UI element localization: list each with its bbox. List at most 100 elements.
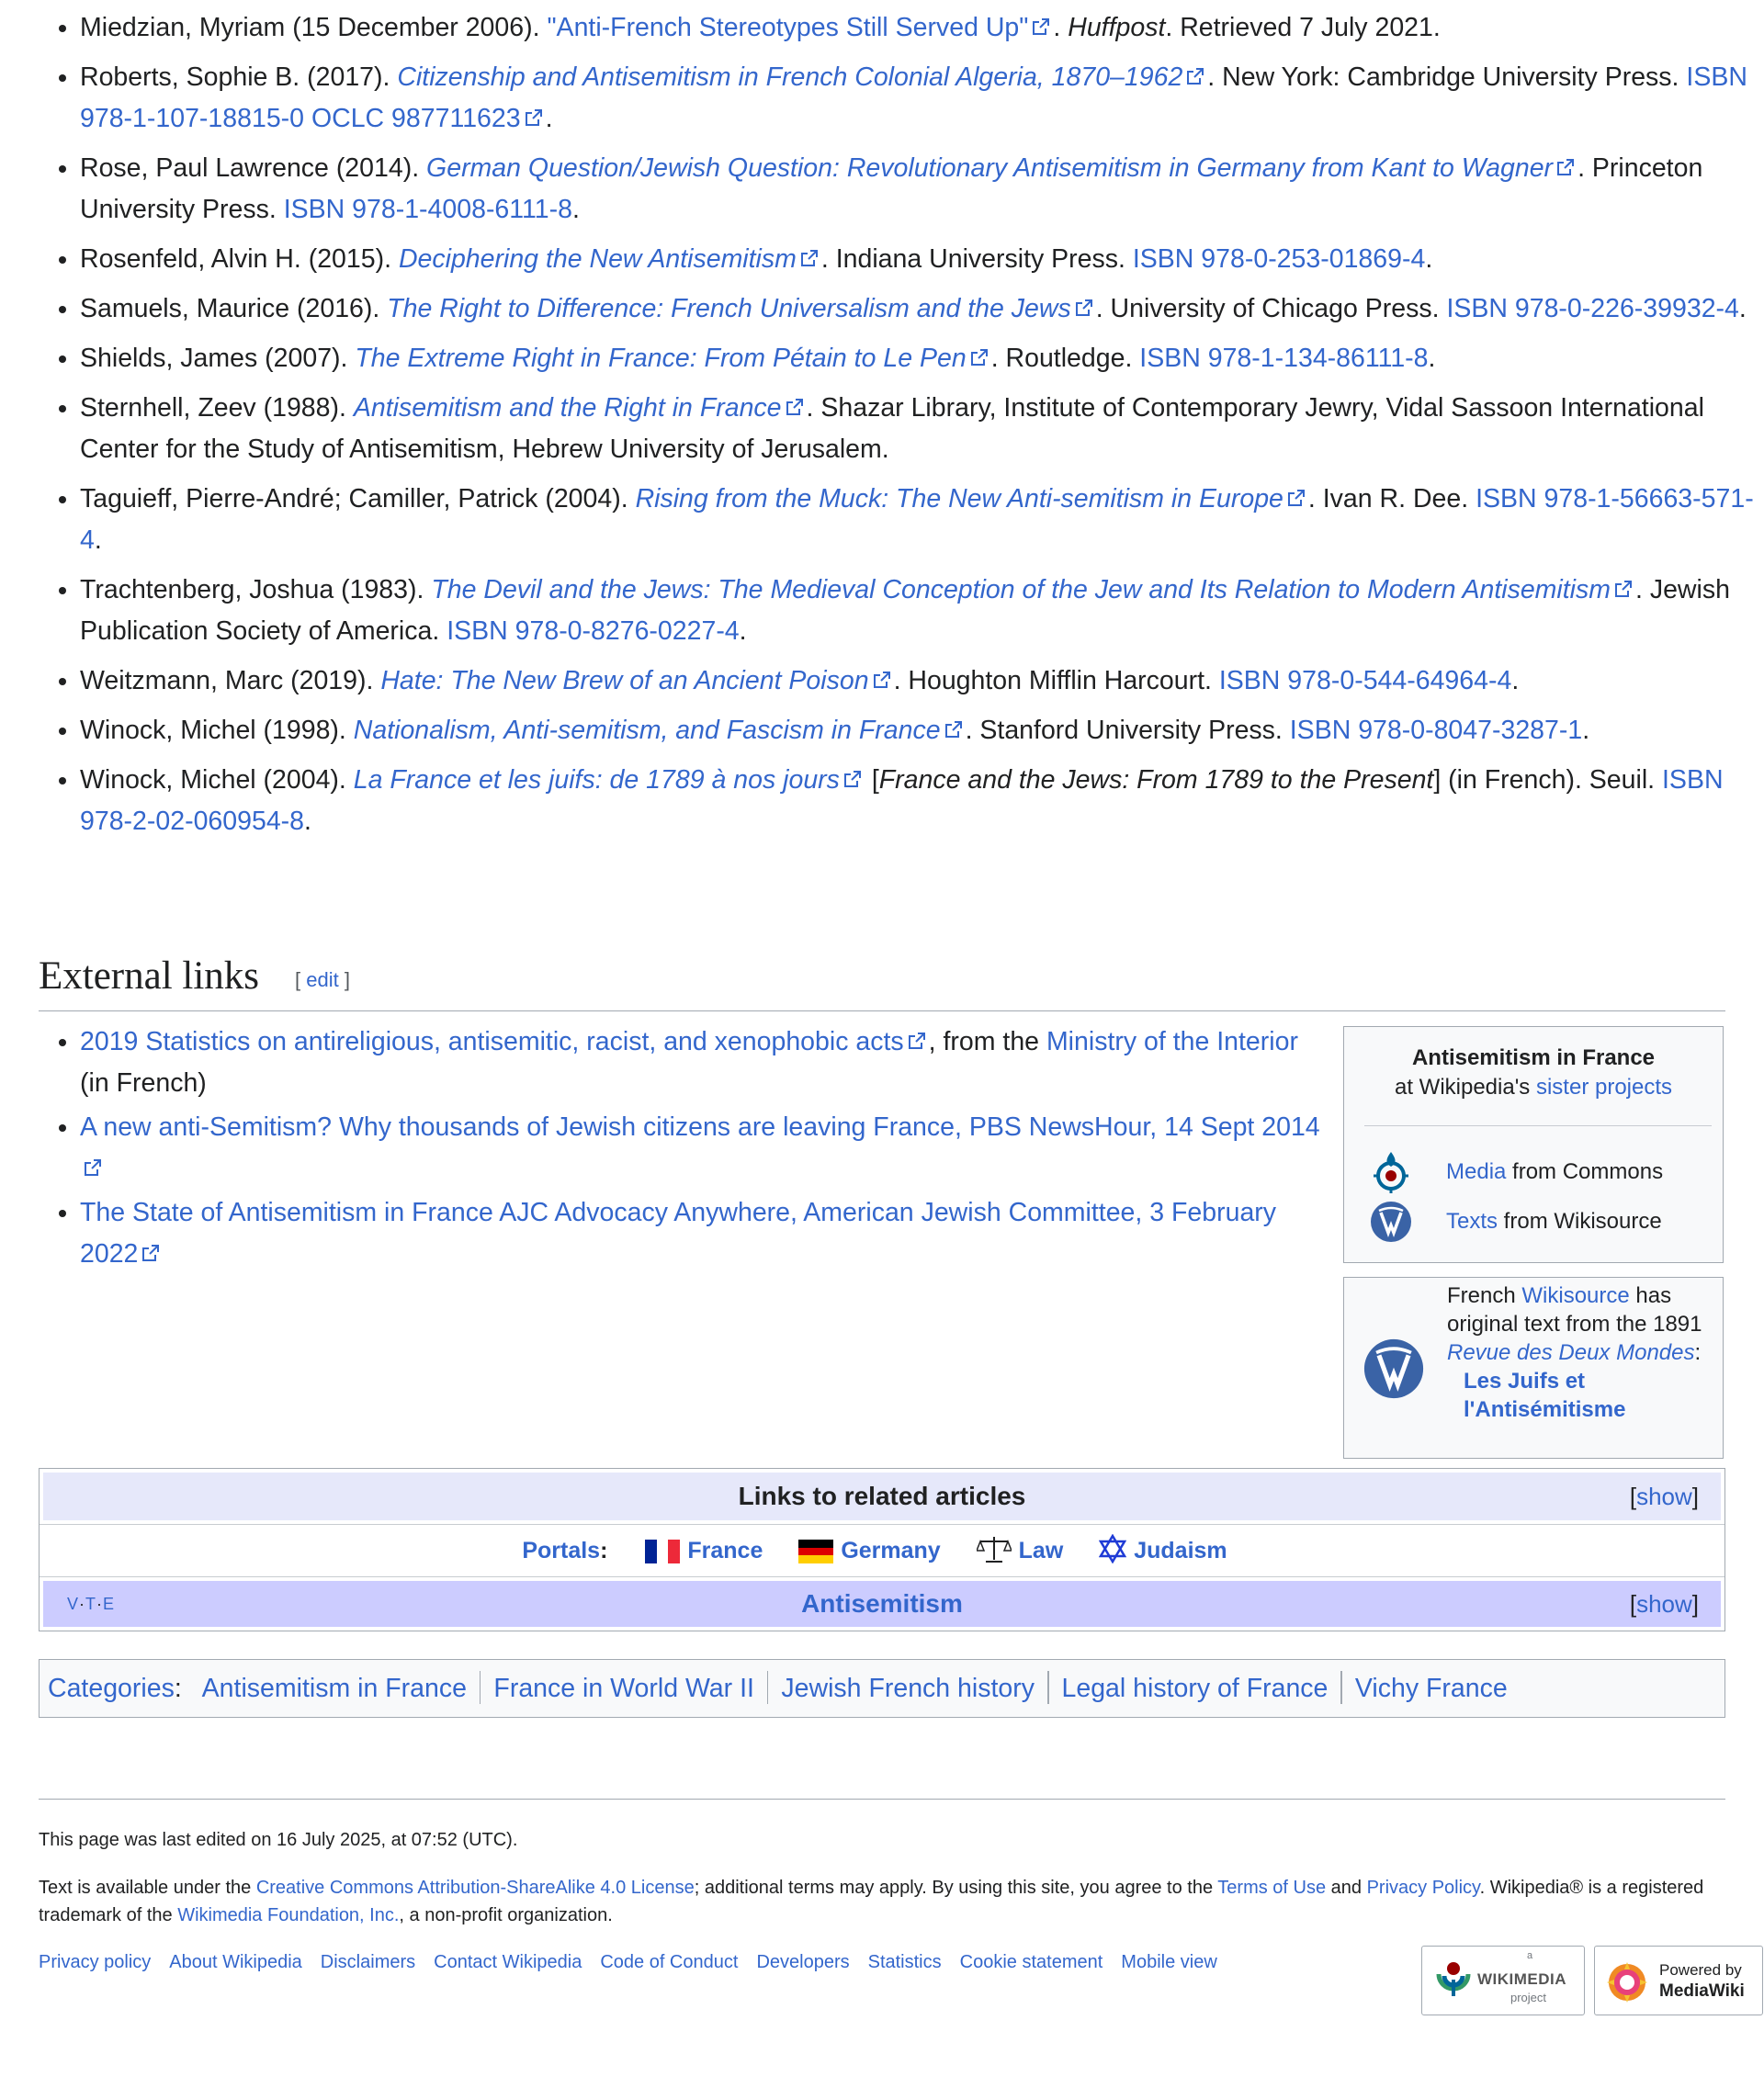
category-link[interactable]: Legal history of France <box>1062 1674 1329 1703</box>
isbn-link[interactable]: ISBN 978-0-253-01869-4 <box>1133 244 1425 274</box>
cc-license-link[interactable]: Creative Commons Attribution-ShareAlike … <box>256 1878 695 1898</box>
reference-title-link[interactable]: Rising from the Muck: The New Anti-semit… <box>636 484 1308 514</box>
footer-link[interactable]: Disclaimers <box>321 1952 415 1972</box>
wikimedia-icon <box>1435 1959 1472 2004</box>
isbn-link[interactable]: ISBN 978-1-4008-6111-8 <box>284 195 572 224</box>
category-link[interactable]: Antisemitism in France <box>202 1674 467 1703</box>
edit-link[interactable]: edit <box>306 968 338 991</box>
isbn-link[interactable]: ISBN 978-0-8047-3287-1 <box>1290 716 1582 745</box>
external-link-icon <box>907 1031 929 1053</box>
category-link[interactable]: Jewish French history <box>781 1674 1035 1703</box>
wikisource-link[interactable]: Wikisource <box>1521 1283 1629 1308</box>
mediawiki-icon <box>1606 1961 1648 2008</box>
portal-germany[interactable]: Germany <box>798 1538 941 1563</box>
external-link-item: 2019 Statistics on antireligious, antise… <box>80 1021 1325 1104</box>
texts-link[interactable]: Texts <box>1446 1209 1498 1234</box>
reference-title: "Anti-French Stereotypes Still Served Up… <box>547 13 1029 42</box>
footer-link[interactable]: Code of Conduct <box>600 1952 738 1972</box>
portal-france[interactable]: France <box>645 1538 763 1563</box>
sister-title: Antisemitism in France <box>1411 1045 1656 1070</box>
category-link[interactable]: Vichy France <box>1355 1674 1508 1703</box>
footer-link[interactable]: About Wikipedia <box>169 1952 302 1972</box>
reference-publisher: . University of Chicago Press. <box>1095 294 1447 323</box>
external-link-icon <box>842 769 865 791</box>
portal-judaism[interactable]: Judaism <box>1099 1533 1227 1564</box>
external-link-icon <box>141 1243 163 1265</box>
reference-title-link[interactable]: The Right to Difference: French Universa… <box>387 294 1095 323</box>
footer-link[interactable]: Statistics <box>868 1952 942 1972</box>
bracket-close: ] <box>1691 1483 1699 1510</box>
reference-item: Taguieff, Pierre-André; Camiller, Patric… <box>80 479 1764 561</box>
portals-link[interactable]: Portals <box>522 1538 600 1563</box>
sister-projects-link[interactable]: sister projects <box>1536 1075 1672 1100</box>
media-link[interactable]: Media <box>1446 1159 1506 1184</box>
reference-title-link[interactable]: Citizenship and Antisemitism in French C… <box>397 62 1207 92</box>
external-link-text: A new anti-Semitism? Why thousands of Je… <box>80 1112 1320 1142</box>
antisemitism-link[interactable]: Antisemitism <box>801 1589 963 1618</box>
section-heading-external-links: External links [ edit ] <box>39 946 1725 1011</box>
categories-colon: : <box>174 1674 182 1703</box>
oclc-link[interactable]: OCLC 987711623 <box>311 104 546 133</box>
external-link-mid: , from the <box>928 1027 1046 1056</box>
category-link[interactable]: France in World War II <box>493 1674 753 1703</box>
footer-link[interactable]: Privacy policy <box>39 1952 151 1972</box>
reference-title-link[interactable]: "Anti-French Stereotypes Still Served Up… <box>547 13 1053 42</box>
bracket-open: [ <box>1629 1590 1637 1618</box>
view-link[interactable]: V <box>67 1595 79 1613</box>
reference-title-link[interactable]: The Extreme Right in France: From Pétain… <box>355 344 990 373</box>
wikisource-text: French Wikisource has original text from… <box>1447 1281 1713 1424</box>
reference-title-link[interactable]: The Devil and the Jews: The Medieval Con… <box>431 575 1635 604</box>
wikimedia-project-badge[interactable]: a WIKIMEDIA project <box>1421 1946 1585 2015</box>
external-link[interactable]: The State of Antisemitism in France AJC … <box>80 1198 1276 1269</box>
reference-title-link[interactable]: La France et les juifs: de 1789 à nos jo… <box>354 765 865 795</box>
external-link-icon <box>785 397 807 419</box>
show-link[interactable]: show <box>1636 1483 1692 1510</box>
isbn-link[interactable]: ISBN 978-0-8276-0227-4 <box>447 616 739 646</box>
show-link[interactable]: show <box>1636 1590 1692 1618</box>
external-link[interactable]: A new anti-Semitism? Why thousands of Je… <box>80 1112 1320 1183</box>
isbn-link[interactable]: ISBN 978-0-544-64964-4 <box>1219 666 1511 695</box>
reference-publisher: . Indiana University Press. <box>820 244 1133 274</box>
reference-author: Winock, Michel (2004). <box>80 765 354 795</box>
reference-title-link[interactable]: German Question/Jewish Question: Revolut… <box>426 153 1577 183</box>
footer-link[interactable]: Mobile view <box>1121 1952 1216 1972</box>
external-link[interactable]: 2019 Statistics on antireligious, antise… <box>80 1027 929 1056</box>
navbox-show-toggle: [show] <box>1630 1581 1699 1627</box>
vte-separator: · <box>79 1595 86 1613</box>
reference-publisher: . Ivan R. Dee. <box>1307 484 1476 514</box>
ministry-link[interactable]: Ministry of the Interior <box>1046 1027 1298 1056</box>
external-link-icon <box>1286 488 1308 510</box>
powered-by-mediawiki-badge[interactable]: Powered by MediaWiki <box>1594 1946 1763 2015</box>
wm-badge-sub: project <box>1510 1991 1547 2004</box>
reference-title-link[interactable]: Nationalism, Anti-semitism, and Fascism … <box>354 716 966 745</box>
foundation-link[interactable]: Wikimedia Foundation, Inc. <box>177 1905 399 1925</box>
footer-link[interactable]: Cookie statement <box>960 1952 1103 1972</box>
privacy-policy-link[interactable]: Privacy Policy <box>1367 1878 1480 1898</box>
reference-author: Winock, Michel (1998). <box>80 716 354 745</box>
external-link-text: 2019 Statistics on antireligious, antise… <box>80 1027 904 1056</box>
isbn-link[interactable]: ISBN 978-0-226-39932-4 <box>1446 294 1738 323</box>
sister-row-text: Media from Commons <box>1446 1159 1663 1185</box>
reference-item: Shields, James (2007). The Extreme Right… <box>80 338 1764 379</box>
reference-title: The Extreme Right in France: From Pétain… <box>355 344 967 373</box>
reference-item: Winock, Michel (1998). Nationalism, Anti… <box>80 710 1764 751</box>
footer-link[interactable]: Contact Wikipedia <box>434 1952 582 1972</box>
external-link-icon <box>1613 579 1635 601</box>
categories-link[interactable]: Categories <box>48 1674 175 1703</box>
les-juifs-link[interactable]: Les Juifs et l'Antisémitisme <box>1447 1367 1713 1424</box>
reference-title: Rising from the Muck: The New Anti-semit… <box>635 484 1283 514</box>
reference-title-link[interactable]: Antisemitism and the Right in France <box>354 393 807 423</box>
isbn-link[interactable]: ISBN 978-1-134-86111-8 <box>1139 344 1428 373</box>
revue-link[interactable]: Revue des Deux Mondes <box>1447 1340 1694 1365</box>
talk-link[interactable]: T <box>85 1595 96 1613</box>
reference-title: Citizenship and Antisemitism in French C… <box>397 62 1183 92</box>
footer-link[interactable]: Developers <box>756 1952 849 1972</box>
portal-law[interactable]: Law <box>975 1537 1064 1563</box>
edit-link[interactable]: E <box>103 1595 115 1613</box>
reference-title-link[interactable]: Hate: The New Brew of an Ancient Poison <box>380 666 893 695</box>
reference-title-link[interactable]: Deciphering the New Antisemitism <box>399 244 821 274</box>
reference-publisher: . New York: Cambridge University Press. <box>1207 62 1687 92</box>
reference-item: Samuels, Maurice (2016). The Right to Di… <box>80 288 1764 330</box>
terms-link[interactable]: Terms of Use <box>1217 1878 1326 1898</box>
portal-label: Law <box>1018 1538 1064 1563</box>
